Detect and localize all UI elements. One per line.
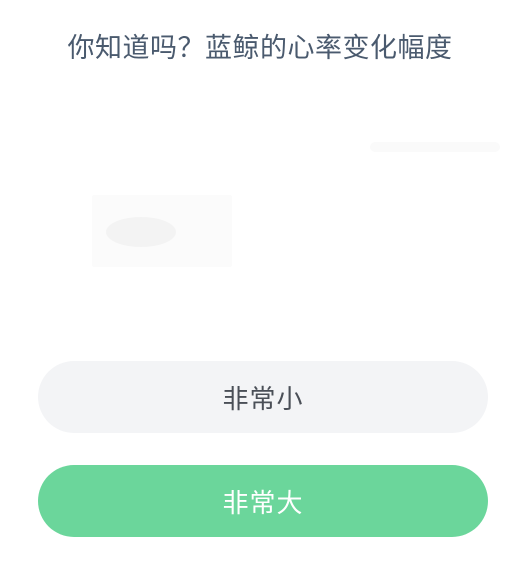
question-title: 你知道吗？蓝鲸的心率变化幅度 (67, 33, 453, 64)
illustration-shape (106, 217, 176, 247)
illustration-image (92, 195, 232, 267)
faint-placeholder-bar (370, 142, 500, 152)
option-label: 非常大 (222, 488, 304, 519)
option-label: 非常小 (222, 384, 304, 415)
option-button-large[interactable]: 非常大 (38, 465, 488, 537)
option-button-small[interactable]: 非常小 (38, 361, 488, 433)
